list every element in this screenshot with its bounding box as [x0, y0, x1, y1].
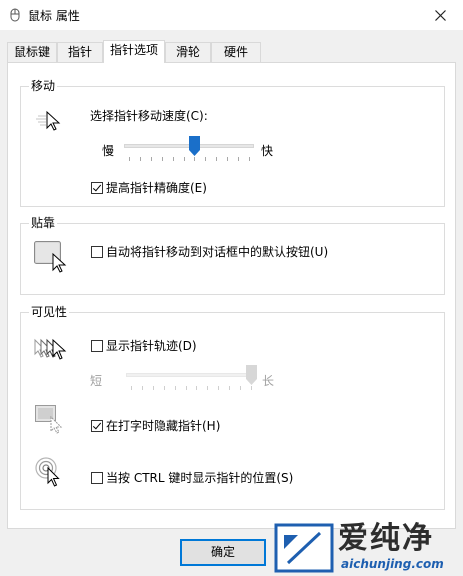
close-button[interactable]: [417, 0, 463, 30]
slider-tick: [164, 386, 165, 390]
pointer-trails-checkbox[interactable]: [91, 340, 103, 352]
pointer-speed-icon: [34, 110, 64, 135]
slider-tick: [162, 157, 163, 161]
slider-tick: [131, 386, 132, 390]
enhance-precision-checkbox[interactable]: [91, 182, 103, 194]
slider-tick: [251, 386, 252, 390]
snap-to-group: 贴靠 自动将指针移动到对话框中的默认按钮(U): [20, 216, 445, 295]
mouse-icon: [8, 8, 22, 22]
hide-while-typing-checkbox[interactable]: [91, 420, 103, 432]
snap-group-title: 贴靠: [29, 216, 58, 230]
tab-pointer-options[interactable]: 指针选项: [103, 40, 165, 63]
slider-tick: [227, 157, 228, 161]
slider-tick: [238, 157, 239, 161]
slider-tick: [129, 157, 130, 161]
watermark-brand: 爱纯净: [338, 521, 434, 556]
enhance-precision-label: 提高指针精确度(E): [106, 181, 207, 195]
slider-track: [126, 373, 256, 377]
tab-panel: 移动 选择指针移动速度(C): 慢 快 提高指针精确度(E) 贴靠 自动将指针移…: [7, 62, 456, 529]
tab-buttons[interactable]: 鼠标键: [7, 42, 57, 62]
slider-tick: [142, 386, 143, 390]
pointer-speed-label: 选择指针移动速度(C):: [90, 109, 208, 123]
slider-tick: [240, 386, 241, 390]
tab-wheel[interactable]: 滑轮: [165, 42, 211, 62]
pointer-trails-slider[interactable]: [126, 364, 257, 394]
pointer-trails-label: 显示指针轨迹(D): [106, 339, 197, 353]
slider-tick: [140, 157, 141, 161]
slider-tick: [184, 157, 185, 161]
slider-tick: [207, 386, 208, 390]
slow-label: 慢: [102, 144, 115, 158]
tab-pointers[interactable]: 指针: [57, 42, 103, 62]
pointer-speed-thumb[interactable]: [189, 136, 200, 156]
slider-tick: [151, 157, 152, 161]
slider-tick: [229, 386, 230, 390]
window-title: 鼠标 属性: [28, 9, 80, 23]
show-location-icon: [35, 457, 65, 492]
long-label: 长: [262, 374, 275, 388]
ok-button[interactable]: 确定: [180, 539, 266, 566]
show-location-ctrl-label: 当按 CTRL 键时显示指针的位置(S): [106, 471, 294, 485]
slider-tick: [173, 157, 174, 161]
snap-to-button-icon: [34, 241, 68, 278]
short-label: 短: [90, 374, 103, 388]
close-icon: [434, 9, 446, 21]
snap-to-default-label: 自动将指针移动到对话框中的默认按钮(U): [106, 245, 329, 259]
watermark-logo-icon: [274, 523, 334, 576]
fast-label: 快: [261, 144, 274, 158]
pointer-speed-slider[interactable]: [124, 135, 254, 165]
slider-tick: [196, 386, 197, 390]
pointer-trails-thumb[interactable]: [246, 365, 257, 385]
visibility-group-title: 可见性: [29, 305, 70, 319]
slider-tick: [205, 157, 206, 161]
slider-tick: [218, 386, 219, 390]
motion-group: 移动 选择指针移动速度(C): 慢 快 提高指针精确度(E): [20, 79, 445, 207]
slider-tick: [186, 386, 187, 390]
motion-group-title: 移动: [29, 79, 58, 93]
slider-tick: [194, 157, 195, 161]
title-bar: 鼠标 属性: [0, 0, 463, 30]
hide-pointer-icon: [35, 405, 65, 438]
snap-to-default-checkbox[interactable]: [91, 246, 103, 258]
visibility-group: 可见性 显示指针轨迹(D) 短 长 在打字时隐藏指针(H) 当按 CTRL 键时…: [20, 305, 445, 510]
show-location-ctrl-checkbox[interactable]: [91, 472, 103, 484]
pointer-trails-icon: [32, 337, 68, 366]
tab-hardware[interactable]: 硬件: [211, 42, 261, 62]
slider-tick: [249, 157, 250, 161]
watermark: 爱纯净 aichunjing.com: [270, 518, 463, 576]
slider-tick: [153, 386, 154, 390]
watermark-url: aichunjing.com: [341, 557, 444, 571]
hide-while-typing-label: 在打字时隐藏指针(H): [106, 419, 221, 433]
slider-tick: [175, 386, 176, 390]
slider-tick: [216, 157, 217, 161]
